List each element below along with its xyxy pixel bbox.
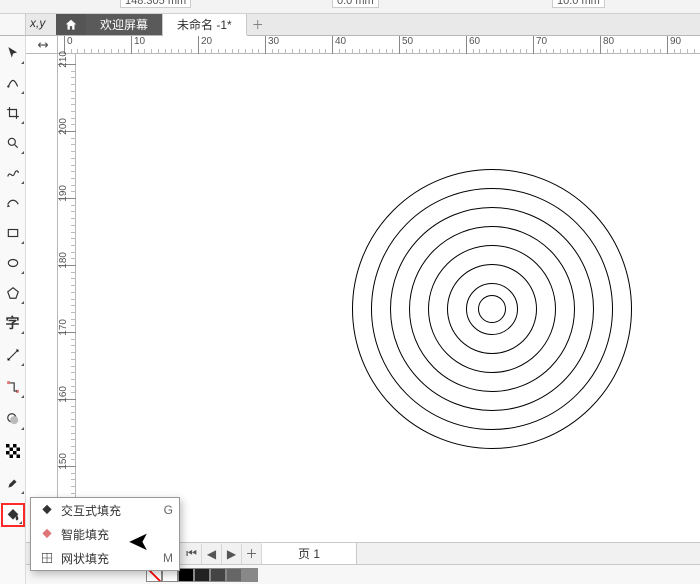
dimension-tool[interactable] [1,343,25,367]
page-first-button[interactable]: ⏮ [182,544,202,564]
ruler-vertical: 210200190180170160150 [58,54,76,542]
flyout-item-shortcut: G [157,503,173,517]
document-tabs: 欢迎屏幕 未命名 -1* ＋ [26,14,700,36]
text-tool[interactable]: 字 [1,311,25,335]
shape-edit-tool[interactable] [1,71,25,95]
tab-welcome[interactable]: 欢迎屏幕 [86,14,163,35]
properties-bar: 148.305 mm 0.0 mm 10.0 mm [0,0,700,14]
tab-welcome-label: 欢迎屏幕 [100,16,148,33]
swatch[interactable] [210,568,226,582]
artistic-media-tool[interactable] [1,191,25,215]
dropshadow-tool[interactable] [1,407,25,431]
flyout-item-shortcut: M [157,551,173,565]
readout-a: 148.305 mm [120,0,191,8]
ellipse-tool[interactable] [1,251,25,275]
add-tab-button[interactable]: ＋ [247,14,269,35]
pick-tool[interactable] [1,41,25,65]
fill-mesh-icon [37,551,57,565]
freehand-tool[interactable] [1,161,25,185]
connector-tool[interactable] [1,375,25,399]
home-icon[interactable] [56,14,86,35]
flyout-item-label: 交互式填充 [57,502,157,519]
toolbox: 字 [0,36,26,584]
flyout-smart-fill[interactable]: 智能填充 [31,522,179,546]
flyout-interactive-fill[interactable]: 交互式填充 G [31,498,179,522]
page-prev-button[interactable]: ◀ [202,544,222,564]
swatch[interactable] [242,568,258,582]
tab-current-label: 未命名 -1* [177,16,232,33]
fill-tool[interactable] [1,503,25,527]
ruler-horizontal: 0102030405060708090 [58,36,700,54]
swatch[interactable] [226,568,242,582]
ruler-left-gutter [26,54,58,542]
page-tab[interactable]: 页 1 [262,543,357,564]
page-add-button[interactable]: ＋ [242,544,262,564]
fill-flyout: 交互式填充 G 智能填充 网状填充 M [30,497,180,571]
transparency-tool[interactable] [1,439,25,463]
swatch[interactable] [194,568,210,582]
fill-interactive-icon [37,503,57,517]
page-label: 页 1 [298,545,320,562]
zoom-tool[interactable] [1,131,25,155]
xy-label: x,y [30,16,45,30]
crop-tool[interactable] [1,101,25,125]
readout-b: 0.0 mm [332,0,379,8]
polygon-tool[interactable] [1,281,25,305]
fill-smart-icon [37,527,57,541]
eyedropper-tool[interactable] [1,471,25,495]
readout-c: 10.0 mm [552,0,605,8]
flyout-mesh-fill[interactable]: 网状填充 M [31,546,179,570]
rectangle-tool[interactable] [1,221,25,245]
page-next-button[interactable]: ▶ [222,544,242,564]
ruler-corner [26,36,58,54]
tab-current[interactable]: 未命名 -1* [163,14,247,36]
cursor-xy-box [0,14,26,36]
annotation-arrow: ➤ [128,526,150,557]
canvas[interactable] [76,54,700,542]
swatch[interactable] [178,568,194,582]
